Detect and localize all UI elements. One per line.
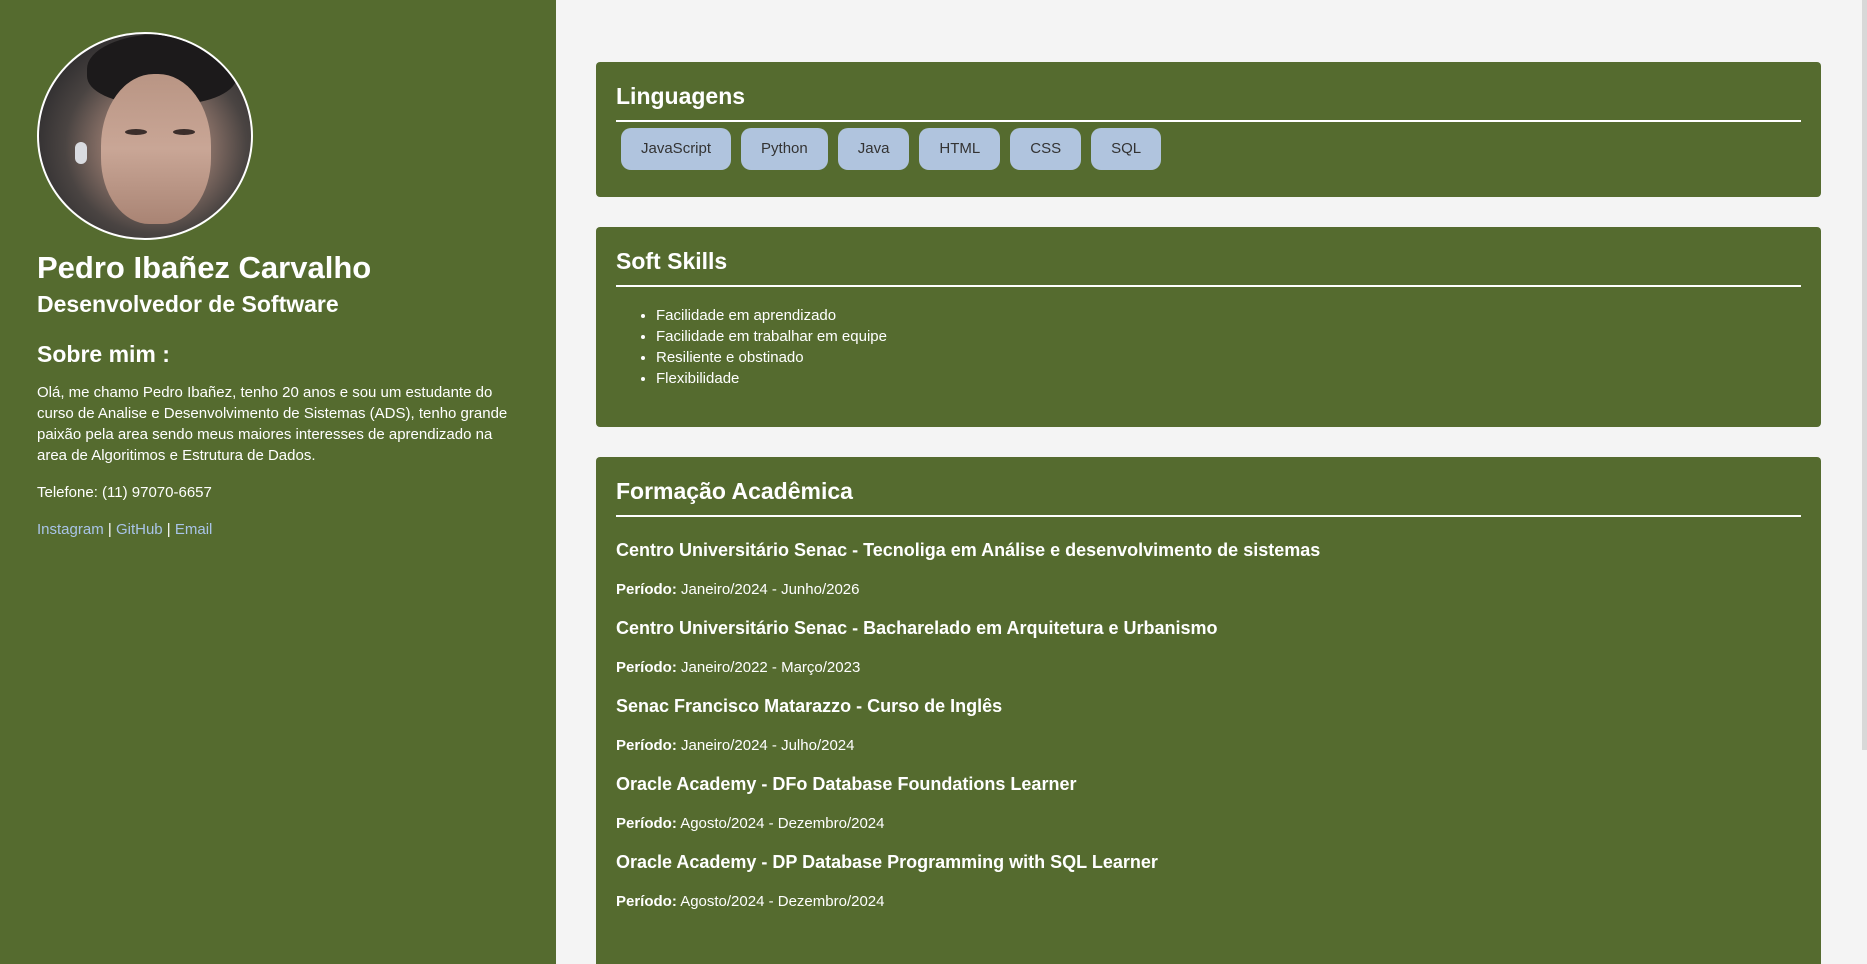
education-item-title: Senac Francisco Matarazzo - Curso de Ing… [616, 696, 1003, 716]
language-chip: CSS [1010, 128, 1082, 170]
education-item-period: Período: Agosto/2024 - Dezembro/2024 [616, 892, 1801, 912]
education-item: Oracle Academy - DFo Database Foundation… [616, 773, 1801, 834]
soft-skills-section: Soft Skills Facilidade em aprendizado Fa… [596, 227, 1821, 427]
profile-photo [37, 32, 253, 240]
period-label: Período: [616, 659, 677, 676]
period-label: Período: [616, 581, 677, 598]
about-text: Olá, me chamo Pedro Ibañez, tenho 20 ano… [37, 384, 508, 464]
education-item-period: Período: Janeiro/2024 - Junho/2026 [616, 580, 1801, 600]
about-title: Sobre mim : [37, 341, 170, 367]
education-title: Formação Acadêmica [616, 457, 1801, 517]
profile-name: Pedro Ibañez Carvalho [37, 250, 372, 285]
languages-title: Linguagens [616, 62, 1801, 122]
education-item-period: Período: Janeiro/2022 - Março/2023 [616, 658, 1801, 678]
link-separator: | [103, 521, 116, 538]
education-item-title: Oracle Academy - DFo Database Foundation… [616, 774, 1077, 794]
link-separator: | [162, 521, 175, 538]
language-chip: HTML [919, 128, 1001, 170]
social-links: Instagram | GitHub | Email [37, 519, 519, 540]
education-item: Senac Francisco Matarazzo - Curso de Ing… [616, 695, 1801, 756]
education-item-period: Período: Janeiro/2024 - Julho/2024 [616, 736, 1801, 756]
instagram-link[interactable]: Instagram [37, 521, 104, 538]
education-item-period: Período: Agosto/2024 - Dezembro/2024 [616, 814, 1801, 834]
email-link[interactable]: Email [175, 521, 213, 538]
phone-text: Telefone: (11) 97070-6657 [37, 484, 212, 501]
soft-skills-list: Facilidade em aprendizado Facilidade em … [616, 305, 1801, 389]
period-value: Janeiro/2024 - Julho/2024 [681, 737, 855, 754]
period-label: Período: [616, 815, 677, 832]
period-label: Período: [616, 737, 677, 754]
soft-skill-item: Facilidade em aprendizado [656, 305, 1801, 326]
language-chip: SQL [1091, 128, 1162, 170]
soft-skill-item: Resiliente e obstinado [656, 347, 1801, 368]
profile-role: Desenvolvedor de Software [37, 291, 339, 317]
education-item-title: Oracle Academy - DP Database Programming… [616, 852, 1158, 872]
page: Pedro Ibañez Carvalho Desenvolvedor de S… [0, 0, 1867, 964]
soft-skills-title: Soft Skills [616, 227, 1801, 287]
languages-section: Linguagens JavaScript Python Java HTML C… [596, 62, 1821, 197]
period-label: Período: [616, 893, 677, 910]
education-section: Formação Acadêmica Centro Universitário … [596, 457, 1821, 964]
language-chip: Java [837, 128, 910, 170]
education-item: Oracle Academy - DP Database Programming… [616, 851, 1801, 912]
period-value: Janeiro/2024 - Junho/2026 [681, 581, 860, 598]
education-item: Centro Universitário Senac - Bacharelado… [616, 617, 1801, 678]
main-content: Linguagens JavaScript Python Java HTML C… [556, 0, 1867, 964]
period-value: Agosto/2024 - Dezembro/2024 [680, 893, 885, 910]
education-list: Centro Universitário Senac - Tecnoliga e… [616, 517, 1801, 912]
language-chip: Python [741, 128, 828, 170]
education-item-title: Centro Universitário Senac - Bacharelado… [616, 618, 1218, 638]
languages-chips: JavaScript Python Java HTML CSS SQL [616, 122, 1801, 170]
soft-skill-item: Facilidade em trabalhar em equipe [656, 326, 1801, 347]
github-link[interactable]: GitHub [116, 521, 163, 538]
education-item-title: Centro Universitário Senac - Tecnoliga e… [616, 540, 1321, 560]
profile-sidebar: Pedro Ibañez Carvalho Desenvolvedor de S… [0, 0, 556, 964]
page-scrollbar[interactable] [1862, 0, 1867, 750]
period-value: Janeiro/2022 - Março/2023 [681, 659, 861, 676]
language-chip: JavaScript [621, 128, 732, 170]
soft-skill-item: Flexibilidade [656, 368, 1801, 389]
period-value: Agosto/2024 - Dezembro/2024 [680, 815, 885, 832]
education-item: Centro Universitário Senac - Tecnoliga e… [616, 539, 1801, 600]
